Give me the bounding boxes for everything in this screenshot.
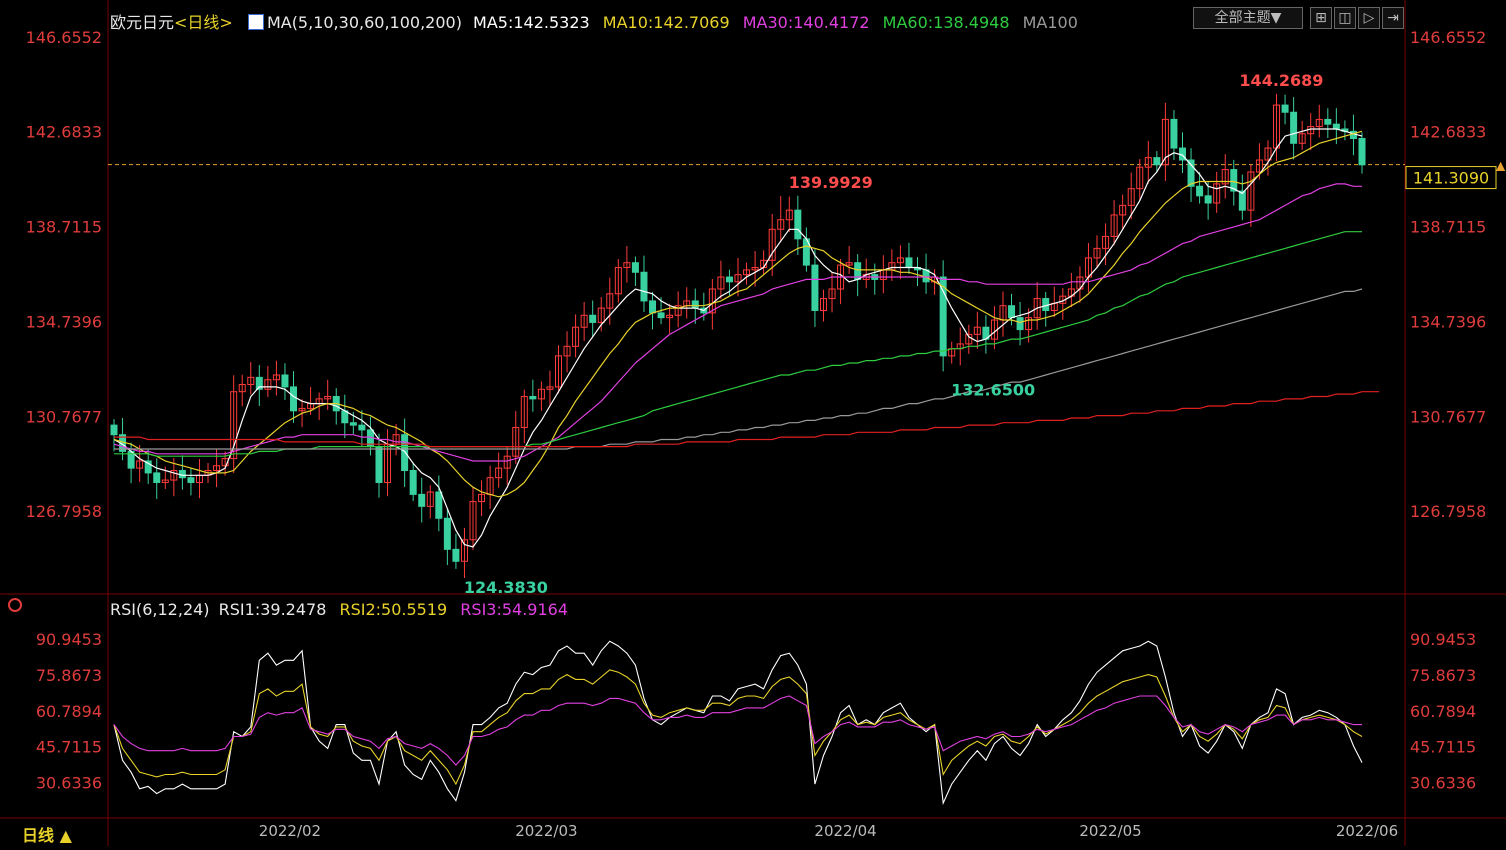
candlestick-chart[interactable]: 144.2689 139.9929 132.6500 124.3830 146.655… <box>0 0 1506 846</box>
low-price-annotation: 132.6500 <box>951 380 1035 399</box>
indicator-close-icon[interactable] <box>8 598 22 612</box>
candle-body <box>1016 317 1024 331</box>
candle-body <box>1153 157 1161 166</box>
instrument-name: 欧元日元 <box>110 13 175 32</box>
y-tick-label-left: 146.6552 <box>26 28 102 47</box>
ma60-readout: MA60:138.4948 <box>882 13 1010 32</box>
rsi-y-tick-label-right: 90.9453 <box>1410 630 1476 649</box>
y-tick-label-left: 130.7677 <box>26 407 102 426</box>
y-tick-label-left: 126.7958 <box>26 502 102 521</box>
chart-stage: 144.2689 139.9929 132.6500 124.3830 146.655… <box>0 0 1506 846</box>
candle-body <box>649 300 657 314</box>
x-tick-label: 2022/06 <box>1336 822 1398 840</box>
candle-body <box>905 257 913 268</box>
candle-body <box>1281 104 1289 113</box>
y-tick-label-right: 126.7958 <box>1410 502 1486 521</box>
candle-body <box>187 477 195 483</box>
candle-body <box>375 446 383 483</box>
candle-body <box>409 470 417 495</box>
rsi-y-tick-label-left: 60.7894 <box>36 702 102 721</box>
candle-body <box>1358 138 1366 166</box>
rsi-y-tick-label-right: 60.7894 <box>1410 702 1476 721</box>
candle-body <box>281 374 289 388</box>
candle-body <box>290 386 298 412</box>
ma-settings-icon[interactable] <box>247 14 264 30</box>
theme-select-button[interactable]: 全部主题▼ <box>1193 7 1303 29</box>
current-price-label: 141.3090 <box>1413 169 1489 188</box>
y-tick-label-left: 134.7396 <box>26 312 102 331</box>
y-tick-label-left: 142.6833 <box>26 123 102 142</box>
candle-body <box>794 209 802 240</box>
x-tick-label: 2022/05 <box>1079 822 1141 840</box>
y-tick-label-right: 138.7115 <box>1410 218 1486 237</box>
rsi-y-tick-label-right: 45.7115 <box>1410 738 1476 757</box>
candle-body <box>443 517 451 550</box>
low-price-annotation: 124.3830 <box>464 578 548 597</box>
candle-body <box>401 434 409 472</box>
candle-body <box>1290 111 1298 144</box>
candle-body <box>153 472 161 483</box>
candle-body <box>1349 130 1357 140</box>
y-tick-label-right: 142.6833 <box>1410 123 1486 142</box>
candle-body <box>640 271 648 302</box>
candle-body <box>631 262 639 273</box>
period-switch-button[interactable]: 日线 ▲ <box>22 822 72 846</box>
y-tick-label-right: 146.6552 <box>1410 28 1486 47</box>
period-tag[interactable]: <日线> <box>174 13 233 32</box>
candle-body <box>725 276 733 283</box>
candle-body <box>1170 118 1178 149</box>
candle-body <box>418 493 426 507</box>
rsi-y-tick-label-left: 45.7115 <box>36 738 102 757</box>
candle-body <box>1204 195 1212 204</box>
candle-body <box>452 548 460 562</box>
candle-body <box>1196 185 1204 197</box>
y-tick-label-right: 134.7396 <box>1410 312 1486 331</box>
y-tick-label-right: 130.7677 <box>1410 407 1486 426</box>
rsi-y-tick-label-left: 90.9453 <box>36 630 102 649</box>
rsi-y-tick-label-left: 30.6336 <box>36 774 102 793</box>
rsi-y-tick-label-left: 75.8673 <box>36 666 102 685</box>
x-tick-label: 2022/04 <box>814 822 876 840</box>
candle-body <box>657 312 665 319</box>
ma100-readout: MA100 <box>1022 13 1078 32</box>
rsi-params-label[interactable]: RSI(6,12,24) <box>110 600 210 619</box>
candle-body <box>435 491 443 519</box>
play-icon[interactable]: ▷ <box>1358 7 1380 29</box>
ma30-readout: MA30:140.4172 <box>742 13 870 32</box>
candle-body <box>1332 123 1340 130</box>
ma5-readout: MA5:142.5323 <box>473 13 590 32</box>
candle-body <box>110 424 118 436</box>
candle-body <box>1008 305 1016 319</box>
y-tick-label-left: 138.7115 <box>26 218 102 237</box>
candle-body <box>349 422 357 426</box>
ma-params-label[interactable]: MA(5,10,30,60,100,200) <box>267 13 462 32</box>
rsi-header: RSI(6,12,24) RSI1:39.2478 RSI2:50.5519 R… <box>110 600 568 619</box>
layout-icon[interactable]: ◫ <box>1334 7 1356 29</box>
x-tick-label: 2022/02 <box>259 822 321 840</box>
rsi3-readout: RSI3:54.9164 <box>460 600 569 619</box>
high-price-annotation: 139.9929 <box>789 173 873 192</box>
candle-body <box>811 264 819 311</box>
candle-body <box>1324 118 1332 125</box>
rsi2-readout: RSI2:50.5519 <box>339 600 448 619</box>
candle-body <box>691 300 699 309</box>
rsi-y-tick-label-right: 75.8673 <box>1410 666 1476 685</box>
ma10-readout: MA10:142.7069 <box>602 13 730 32</box>
main-header: 欧元日元<日线> MA(5,10,30,60,100,200) MA5:142.… <box>110 9 1078 33</box>
price-arrow-icon: ▲ <box>1496 159 1506 173</box>
x-tick-label: 2022/03 <box>515 822 577 840</box>
crosshair-icon[interactable]: ⊞ <box>1310 7 1332 29</box>
candle-body <box>358 424 366 431</box>
rsi1-readout: RSI1:39.2478 <box>218 600 327 619</box>
fast-forward-icon[interactable]: ⇥ <box>1382 7 1404 29</box>
rsi-y-tick-label-right: 30.6336 <box>1410 774 1476 793</box>
candle-body <box>589 314 597 323</box>
candle-body <box>529 395 537 400</box>
high-price-annotation: 144.2689 <box>1239 71 1323 90</box>
